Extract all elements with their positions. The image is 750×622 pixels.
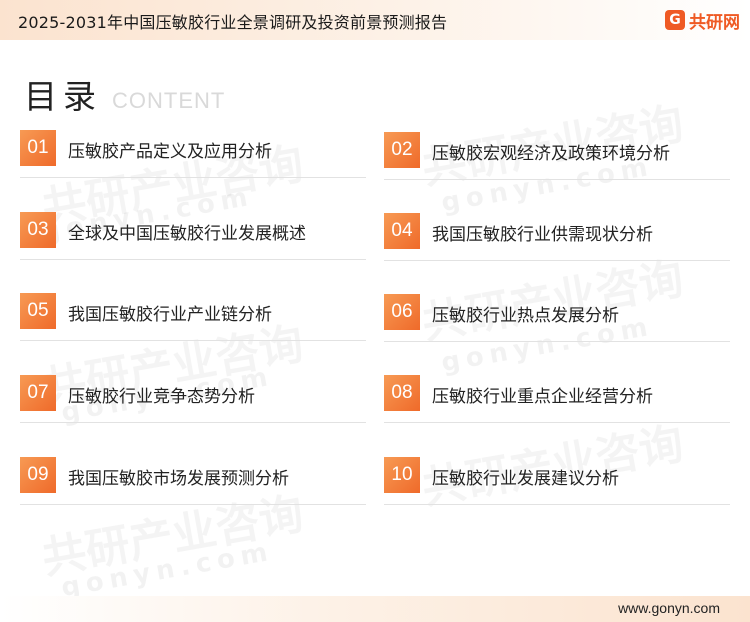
- divider: [384, 422, 730, 423]
- toc-number-badge: 09: [20, 457, 56, 493]
- toc-number-badge: 10: [384, 457, 420, 493]
- toc-number-badge: 03: [20, 212, 56, 248]
- brand-mark-icon: G: [665, 10, 685, 30]
- toc-number-badge: 05: [20, 293, 56, 329]
- toc-label: 我国压敏胶行业供需现状分析: [432, 225, 653, 245]
- document-title: 2025-2031年中国压敏胶行业全景调研及投资前景预测报告: [18, 13, 448, 32]
- toc-heading-sub: CONTENT: [112, 88, 226, 113]
- toc-label: 压敏胶宏观经济及政策环境分析: [432, 144, 670, 164]
- toc-item-04[interactable]: 04 我国压敏胶行业供需现状分析: [384, 213, 730, 261]
- toc-item-05[interactable]: 05 我国压敏胶行业产业链分析: [20, 293, 366, 341]
- toc-number-badge: 08: [384, 375, 420, 411]
- toc-number-badge: 07: [20, 375, 56, 411]
- divider: [384, 341, 730, 342]
- divider: [20, 422, 366, 423]
- toc-label: 全球及中国压敏胶行业发展概述: [68, 224, 306, 244]
- toc-item-07[interactable]: 07 压敏胶行业竞争态势分析: [20, 375, 366, 423]
- header-bar: 2025-2031年中国压敏胶行业全景调研及投资前景预测报告 G 共研网: [0, 0, 750, 40]
- divider: [20, 177, 366, 178]
- divider: [384, 504, 730, 505]
- toc-label: 我国压敏胶行业产业链分析: [68, 305, 272, 325]
- toc-label: 压敏胶行业热点发展分析: [432, 306, 619, 326]
- toc-item-09[interactable]: 09 我国压敏胶市场发展预测分析: [20, 457, 366, 505]
- divider: [384, 260, 730, 261]
- toc-item-08[interactable]: 08 压敏胶行业重点企业经营分析: [384, 375, 730, 423]
- toc-item-10[interactable]: 10 压敏胶行业发展建议分析: [384, 457, 730, 505]
- divider: [20, 340, 366, 341]
- brand-logo: G 共研网: [665, 8, 740, 33]
- toc-label: 压敏胶行业竞争态势分析: [68, 387, 255, 407]
- toc-label: 压敏胶行业发展建议分析: [432, 469, 619, 489]
- toc-item-02[interactable]: 02 压敏胶宏观经济及政策环境分析: [384, 132, 730, 180]
- toc-item-06[interactable]: 06 压敏胶行业热点发展分析: [384, 294, 730, 342]
- toc-item-01[interactable]: 01 压敏胶产品定义及应用分析: [20, 130, 366, 178]
- toc-label: 压敏胶行业重点企业经营分析: [432, 387, 653, 407]
- footer-url[interactable]: www.gonyn.com: [618, 600, 720, 616]
- toc-heading-main: 目录: [24, 77, 102, 116]
- toc-label: 我国压敏胶市场发展预测分析: [68, 469, 289, 489]
- toc-heading: 目录 CONTENT: [24, 70, 225, 118]
- footer-bar: www.gonyn.com: [0, 596, 750, 622]
- toc-label: 压敏胶产品定义及应用分析: [68, 142, 272, 162]
- watermark-url: gonyn.com: [59, 536, 276, 604]
- divider: [384, 179, 730, 180]
- toc-number-badge: 04: [384, 213, 420, 249]
- toc-number-badge: 01: [20, 130, 56, 166]
- divider: [20, 259, 366, 260]
- toc-item-03[interactable]: 03 全球及中国压敏胶行业发展概述: [20, 212, 366, 260]
- toc-number-badge: 06: [384, 294, 420, 330]
- divider: [20, 504, 366, 505]
- brand-name: 共研网: [689, 12, 740, 33]
- toc-number-badge: 02: [384, 132, 420, 168]
